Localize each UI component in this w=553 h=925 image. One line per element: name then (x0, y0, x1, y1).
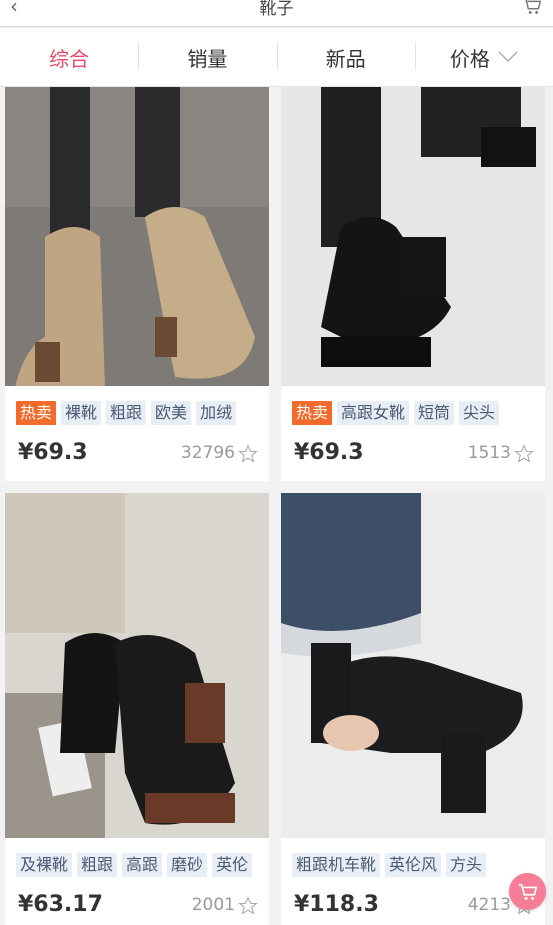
tag: 粗跟机车靴 (292, 853, 381, 877)
tag: 加绒 (196, 401, 237, 425)
tag-row: 热卖 裸靴 粗跟 欧美 加绒 (16, 401, 237, 425)
tab-comprehensive[interactable]: 综合 (0, 28, 138, 86)
favorite-count: 1513 (467, 443, 511, 463)
favorite-count: 2001 (191, 895, 235, 915)
tag: 高跟 (122, 853, 163, 877)
product-card[interactable]: 及裸靴 粗跟 高跟 磨砂 英伦 ¥63.17 2001 (5, 493, 269, 925)
product-price: ¥69.3 (294, 440, 364, 465)
tag-row: 及裸靴 粗跟 高跟 磨砂 英伦 (16, 853, 253, 877)
hot-tag: 热卖 (292, 401, 333, 425)
tag: 高跟女靴 (337, 401, 410, 425)
product-card[interactable]: 热卖 裸靴 粗跟 欧美 加绒 ¥69.3 32796 (5, 87, 269, 481)
hot-tag: 热卖 (16, 401, 57, 425)
tag: 短筒 (414, 401, 455, 425)
tab-price[interactable]: 价格 (414, 28, 553, 86)
tag: 粗跟 (106, 401, 147, 425)
tag: 方头 (446, 853, 487, 877)
sort-tabs: 综合 销量 新品 价格 (0, 28, 553, 87)
tab-sales[interactable]: 销量 (138, 28, 276, 86)
product-image (281, 493, 545, 838)
cart-icon (518, 883, 537, 900)
tab-new[interactable]: 新品 (276, 28, 415, 86)
product-card[interactable]: 粗跟机车靴 英伦风 方头 ¥118.3 4213 (281, 493, 545, 925)
star-icon[interactable] (514, 444, 534, 464)
product-price: ¥69.3 (18, 440, 88, 465)
product-image (5, 87, 269, 386)
star-icon[interactable] (238, 896, 258, 916)
tag: 裸靴 (61, 401, 102, 425)
product-price: ¥63.17 (18, 892, 103, 917)
tag: 欧美 (151, 401, 192, 425)
page-title: 靴子 (259, 0, 294, 19)
tag: 磨砂 (167, 853, 208, 877)
favorite-count: 32796 (180, 443, 235, 463)
product-image (5, 493, 269, 838)
tag: 尖头 (459, 401, 500, 425)
product-card[interactable]: 热卖 高跟女靴 短筒 尖头 ¥69.3 1513 (281, 87, 545, 481)
star-icon[interactable] (238, 444, 258, 464)
chevron-down-icon (498, 51, 518, 62)
cart-icon[interactable] (521, 0, 543, 18)
favorite-count: 4213 (467, 895, 511, 915)
tag-row: 粗跟机车靴 英伦风 方头 (292, 853, 487, 877)
product-price: ¥118.3 (294, 892, 379, 917)
tag: 英伦风 (385, 853, 442, 877)
tag: 英伦 (212, 853, 253, 877)
tag: 及裸靴 (16, 853, 73, 877)
floating-cart-button[interactable] (509, 873, 546, 910)
product-image (281, 87, 545, 386)
tag-row: 热卖 高跟女靴 短筒 尖头 (292, 401, 500, 425)
tag: 粗跟 (77, 853, 118, 877)
top-bar: ‹ 靴子 (0, 0, 553, 27)
